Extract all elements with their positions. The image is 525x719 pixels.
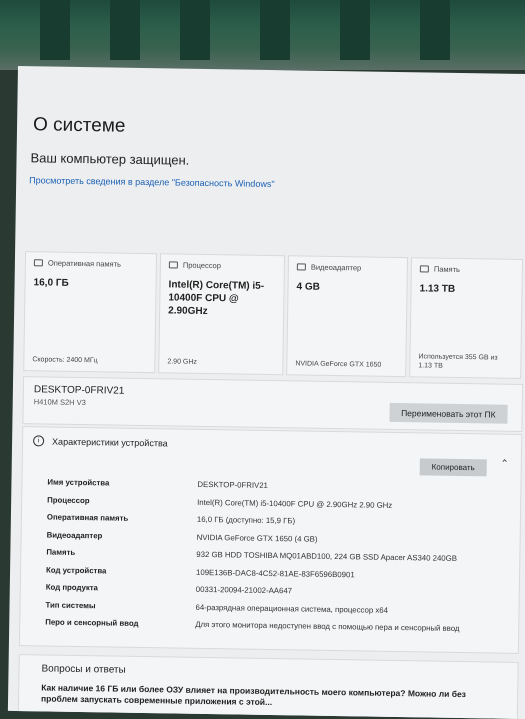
card-processor: Процессор Intel(R) Core(TM) i5-10400F CP… — [158, 253, 286, 376]
processor-icon — [168, 261, 178, 269]
chevron-up-icon[interactable]: ⌃ — [500, 459, 509, 470]
info-icon: i — [33, 435, 45, 447]
ram-icon — [33, 259, 43, 267]
gpu-icon — [296, 263, 306, 271]
faq-question[interactable]: Как наличие 16 ГБ или более ОЗУ влияет н… — [41, 682, 471, 711]
faq-panel: Вопросы и ответы Как наличие 16 ГБ или б… — [17, 654, 519, 719]
spec-label: Процессор — [47, 495, 90, 505]
spec-label: Тип системы — [45, 599, 96, 610]
bezel-pattern — [180, 0, 210, 60]
card-label: Видеоадаптер — [310, 262, 362, 273]
bezel-pattern — [420, 0, 450, 60]
spec-value: DESKTOP-0FRIV21 — [197, 479, 268, 490]
card-value: Intel(R) Core(TM) i5-10400F CPU @ 2.90GH… — [168, 279, 265, 318]
device-name-panel: DESKTOP-0FRIV21 H410M S2H V3 Переименова… — [22, 376, 524, 432]
security-status: Ваш компьютер защищен. — [30, 150, 190, 168]
settings-window: О системе Ваш компьютер защищен. Просмот… — [7, 66, 525, 719]
copy-button[interactable]: Копировать — [419, 458, 487, 477]
card-ram: Оперативная память 16,0 ГБ Скорость: 240… — [23, 251, 158, 374]
card-value: 1.13 TB — [419, 283, 456, 295]
bezel-pattern — [40, 0, 70, 60]
spec-label: Оперативная память — [46, 512, 129, 523]
card-footer: Используется 355 GB из 1.13 TB — [418, 353, 498, 370]
specs-table: Имя устройства DESKTOP-0FRIV21 Процессор I… — [45, 478, 507, 643]
bezel-pattern — [340, 0, 370, 60]
card-value: 4 GB — [296, 281, 320, 293]
bezel-pattern — [110, 0, 140, 60]
security-link[interactable]: Просмотреть сведения в разделе "Безопасн… — [29, 174, 279, 190]
page-title: О системе — [32, 114, 126, 137]
spec-cards: Оперативная память 16,0 ГБ Скорость: 240… — [23, 251, 525, 379]
spec-label: Код устройства — [46, 565, 107, 575]
specs-title: Характеристики устройства — [52, 436, 168, 448]
card-footer: Скорость: 2400 МГц — [32, 356, 98, 365]
spec-label: Имя устройства — [47, 477, 110, 488]
card-storage: Память 1.13 TB Используется 355 GB из 1.… — [409, 257, 524, 379]
device-name: DESKTOP-0FRIV21 — [33, 384, 125, 397]
card-gpu: Видеоадаптер 4 GB NVIDIA GeForce GTX 165… — [286, 255, 409, 378]
card-footer: 2.90 GHz — [167, 358, 198, 366]
card-label: Память — [433, 264, 461, 274]
card-footer: NVIDIA GeForce GTX 1650 — [295, 360, 382, 369]
specs-header[interactable]: i Характеристики устройства — [33, 435, 168, 448]
spec-label: Память — [46, 547, 76, 557]
bezel-pattern — [260, 0, 290, 60]
spec-label: Перо и сенсорный ввод — [45, 617, 139, 628]
card-value: 16,0 ГБ — [33, 277, 69, 289]
device-board: H410M S2H V3 — [33, 397, 86, 408]
card-label: Оперативная память — [47, 258, 122, 269]
rename-pc-button[interactable]: Переименовать этот ПК — [388, 402, 508, 424]
spec-label: Видеоадаптер — [46, 530, 103, 540]
monitor-bezel — [0, 0, 525, 70]
spec-label: Код продукта — [45, 582, 98, 593]
storage-icon — [419, 265, 429, 273]
device-specs-panel: i Характеристики устройства Копировать ⌃… — [18, 426, 523, 654]
card-label: Процессор — [182, 260, 222, 271]
faq-title: Вопросы и ответы — [41, 663, 126, 676]
